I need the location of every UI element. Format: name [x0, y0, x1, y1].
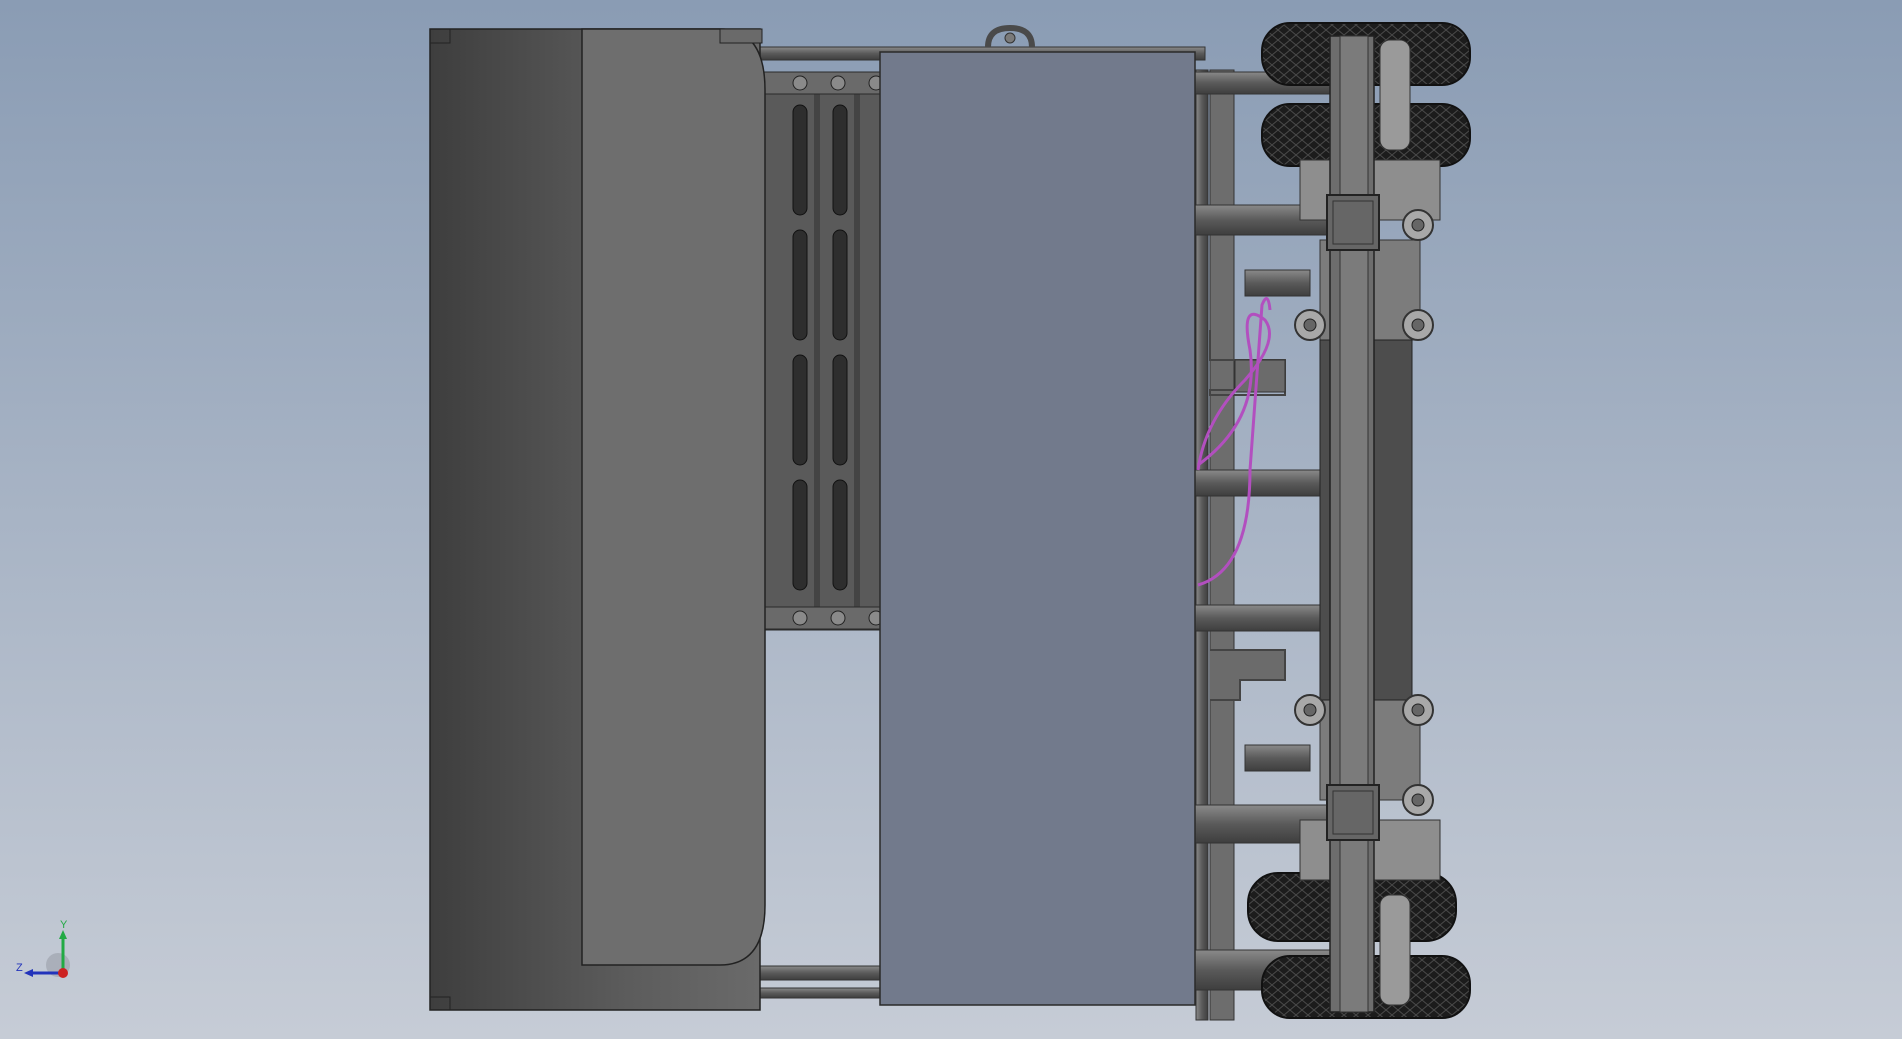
side-rail — [1326, 35, 1380, 1013]
grille-bolt — [792, 75, 808, 91]
suspension-bolt-center — [1411, 218, 1425, 232]
grille-bolt — [792, 610, 808, 626]
suspension-bolt-center — [1411, 318, 1425, 332]
grille-bar — [814, 94, 820, 607]
grille-slot — [792, 354, 808, 466]
grille-slot — [792, 104, 808, 216]
coordinate-triad: Y Z — [10, 915, 80, 985]
front-bucket[interactable] — [429, 28, 766, 1011]
grille-slot — [832, 479, 848, 591]
grille-bar — [854, 94, 860, 607]
suspension-bolt-center — [1411, 793, 1425, 807]
grille-bolt — [830, 610, 846, 626]
grille-bolt — [830, 75, 846, 91]
cad-model-top-view[interactable] — [0, 0, 1902, 1039]
z-axis-label: Z — [16, 962, 23, 974]
grille-slot — [832, 104, 848, 216]
y-axis-label: Y — [60, 919, 68, 931]
suspension-bolt-center — [1411, 703, 1425, 717]
cab-panel[interactable] — [879, 51, 1196, 1006]
radiator-grille — [761, 71, 884, 631]
grille-slot — [832, 354, 848, 466]
grille-slot — [832, 229, 848, 341]
graphics-viewport[interactable]: Y Z — [0, 0, 1902, 1039]
grille-slot — [792, 479, 808, 591]
suspension-bolt-center — [1303, 703, 1317, 717]
grille-slot — [792, 229, 808, 341]
lift-hook — [985, 24, 1035, 48]
suspension-bolt-center — [1303, 318, 1317, 332]
